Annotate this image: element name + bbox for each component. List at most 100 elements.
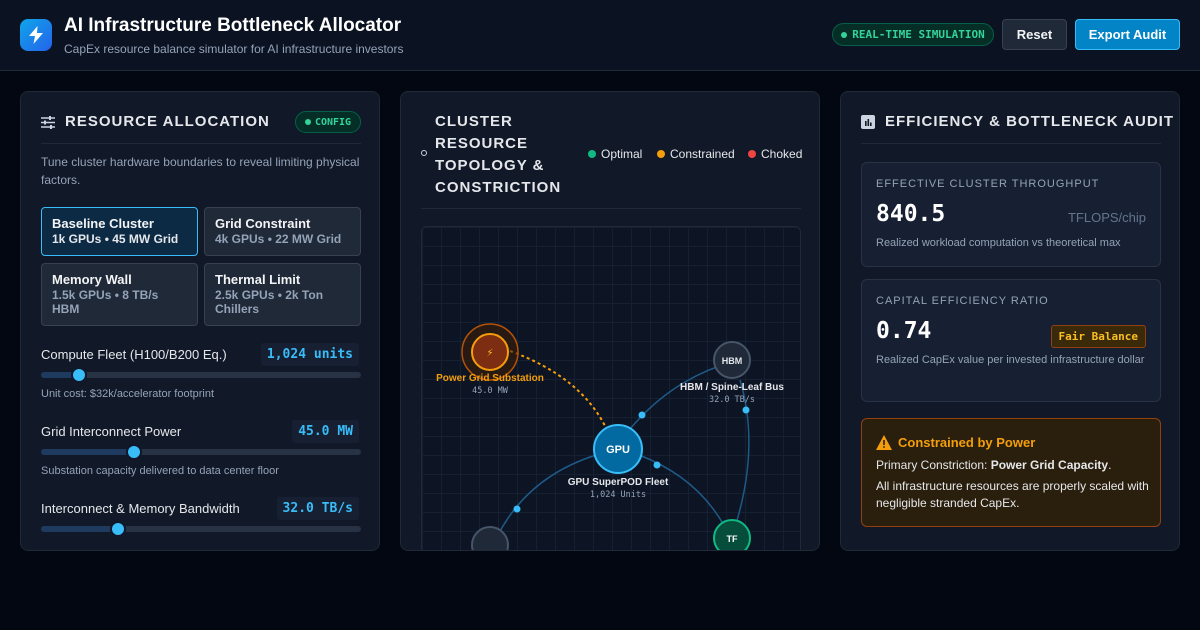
throughput-unit: TFLOPS/chip — [1067, 210, 1146, 225]
status-dot-icon — [841, 31, 848, 38]
balance-badge: Fair Balance — [1050, 325, 1146, 348]
bar-chart-icon — [861, 115, 875, 129]
preset-grid-constraint[interactable]: Grid Constraint 4k GPUs • 22 MW Grid — [204, 207, 361, 256]
legend-swatch — [748, 150, 756, 158]
grid-power-note: Substation capacity delivered to data ce… — [41, 465, 279, 477]
compute-fleet-slider[interactable] — [41, 367, 361, 383]
cooling-node[interactable] — [471, 526, 509, 551]
hbm-node-glyph: HBM — [722, 356, 743, 366]
panel-title: RESOURCE ALLOCATION — [65, 113, 270, 130]
lightning-bolt-icon: ⚡ — [486, 348, 493, 359]
export-audit-button[interactable]: Export Audit — [1075, 19, 1180, 50]
panel-title: EFFICIENCY & BOTTLENECK AUDIT — [885, 113, 1175, 130]
primary-constriction: Primary Constriction: Power Grid Capacit… — [876, 457, 1156, 474]
metric-label: EFFECTIVE CLUSTER THROUGHPUT — [876, 178, 1100, 190]
slider-thumb[interactable] — [71, 367, 88, 383]
bandwidth-label: Interconnect & Memory Bandwidth — [41, 501, 240, 516]
packet-dot — [513, 505, 521, 513]
tf-node-glyph: TF — [727, 534, 738, 544]
sliders-icon — [41, 116, 55, 129]
preset-spec: 1k GPUs • 45 MW Grid — [52, 232, 179, 246]
throughput-value: 840.5 — [876, 201, 946, 227]
bottleneck-alert: Constrained by Power Primary Constrictio… — [861, 418, 1161, 527]
slider-fill — [41, 526, 118, 532]
primary-suffix: . — [1108, 458, 1112, 472]
legend-label: Constrained — [670, 147, 735, 161]
gpu-node-value: 1,024 Units — [590, 490, 646, 500]
network-icon — [421, 150, 427, 156]
preset-spec: 1.5k GPUs • 8 TB/s HBM — [52, 288, 159, 316]
compute-fleet-note: Unit cost: $32k/accelerator footprint — [41, 388, 215, 400]
grid-power-slider[interactable] — [41, 444, 361, 460]
legend-swatch — [657, 150, 665, 158]
slider-thumb[interactable] — [109, 521, 126, 537]
primary-value: Power Grid Capacity — [990, 458, 1109, 472]
slider-thumb[interactable] — [125, 444, 142, 460]
link-power-gpu — [509, 350, 608, 431]
legend-constrained: Constrained — [657, 147, 735, 161]
preset-memory-wall[interactable]: Memory Wall 1.5k GPUs • 8 TB/s HBM — [41, 263, 198, 326]
realtime-simulation-badge: REAL-TIME SIMULATION — [832, 23, 994, 46]
gpu-node-label: GPU SuperPOD Fleet — [568, 477, 669, 488]
reset-button[interactable]: Reset — [1002, 19, 1067, 50]
legend-optimal: Optimal — [588, 147, 642, 161]
legend-label: Choked — [761, 147, 803, 161]
warning-icon — [876, 435, 892, 450]
preset-spec: 2.5k GPUs • 2k Ton Chillers — [215, 288, 324, 316]
power-node-value: 45.0 MW — [472, 386, 509, 396]
packet-dot — [742, 406, 750, 414]
link-gpu-tf — [638, 454, 726, 528]
topology-canvas[interactable]: ⚡ Power Grid Substation 45.0 MW HBM HBM … — [421, 226, 801, 551]
metric-label: CAPITAL EFFICIENCY RATIO — [876, 295, 1049, 307]
preset-name: Grid Constraint — [215, 216, 311, 231]
primary-prefix: Primary Constriction: — [876, 458, 991, 472]
config-badge: CONFIG — [295, 111, 361, 133]
hbm-node-value: 32.0 TB/s — [709, 395, 755, 405]
packet-dot — [653, 461, 661, 469]
efficiency-audit-panel: EFFICIENCY & BOTTLENECK AUDIT EFFECTIVE … — [840, 91, 1180, 551]
legend-choked: Choked — [748, 147, 802, 161]
hbm-node-label: HBM / Spine-Leaf Bus — [680, 382, 784, 393]
throughput-card: EFFECTIVE CLUSTER THROUGHPUT 840.5 TFLOP… — [861, 162, 1161, 267]
capex-card: CAPITAL EFFICIENCY RATIO 0.74 Fair Balan… — [861, 279, 1161, 402]
lightning-bolt-icon — [20, 19, 52, 51]
panel-description: Tune cluster hardware boundaries to reve… — [41, 155, 360, 187]
preset-thermal-limit[interactable]: Thermal Limit 2.5k GPUs • 2k Ton Chiller… — [204, 263, 361, 326]
capex-value: 0.74 — [876, 318, 932, 344]
divider — [41, 143, 361, 144]
grid-power-value: 45.0 MW — [292, 420, 359, 443]
preset-name: Memory Wall — [52, 272, 132, 287]
app-subtitle: CapEx resource balance simulator for AI … — [64, 42, 404, 56]
capex-note: Realized CapEx value per invested infras… — [876, 354, 1145, 366]
preset-name: Baseline Cluster — [52, 216, 154, 231]
legend-swatch — [588, 150, 596, 158]
bandwidth-value: 32.0 TB/s — [276, 497, 359, 520]
grid-power-label: Grid Interconnect Power — [41, 424, 182, 439]
status-dot-icon — [304, 119, 311, 125]
gpu-node-glyph: GPU — [606, 444, 630, 456]
panel-title: CLUSTER RESOURCE TOPOLOGY & CONSTRICTION — [435, 113, 562, 196]
preset-name: Thermal Limit — [215, 272, 301, 287]
compute-fleet-label: Compute Fleet (H100/B200 Eq.) — [41, 347, 227, 362]
divider — [421, 208, 801, 209]
alert-message: All infrastructure resources are properl… — [876, 479, 1149, 510]
preset-spec: 4k GPUs • 22 MW Grid — [215, 232, 342, 246]
config-badge-label: CONFIG — [314, 116, 352, 128]
slider-fill — [41, 449, 134, 455]
resource-allocation-panel: RESOURCE ALLOCATION CONFIG Tune cluster … — [20, 91, 380, 551]
topology-graph: ⚡ Power Grid Substation 45.0 MW HBM HBM … — [436, 323, 784, 551]
packet-dot — [638, 411, 646, 419]
alert-title: Constrained by Power — [898, 435, 1036, 450]
power-node-label: Power Grid Substation — [436, 373, 544, 384]
link-gpu-cooling — [496, 454, 597, 538]
compute-fleet-value: 1,024 units — [260, 343, 359, 366]
preset-baseline-cluster[interactable]: Baseline Cluster 1k GPUs • 45 MW Grid — [41, 207, 198, 256]
bandwidth-slider[interactable] — [41, 521, 361, 537]
legend-label: Optimal — [601, 147, 643, 161]
sim-badge-label: REAL-TIME SIMULATION — [852, 28, 985, 41]
throughput-note: Realized workload computation vs theoret… — [876, 237, 1121, 249]
divider — [861, 143, 1161, 144]
app-header: AI Infrastructure Bottleneck Allocator C… — [0, 0, 1200, 71]
topology-panel: CLUSTER RESOURCE TOPOLOGY & CONSTRICTION… — [400, 91, 820, 551]
app-title: AI Infrastructure Bottleneck Allocator — [64, 15, 402, 36]
